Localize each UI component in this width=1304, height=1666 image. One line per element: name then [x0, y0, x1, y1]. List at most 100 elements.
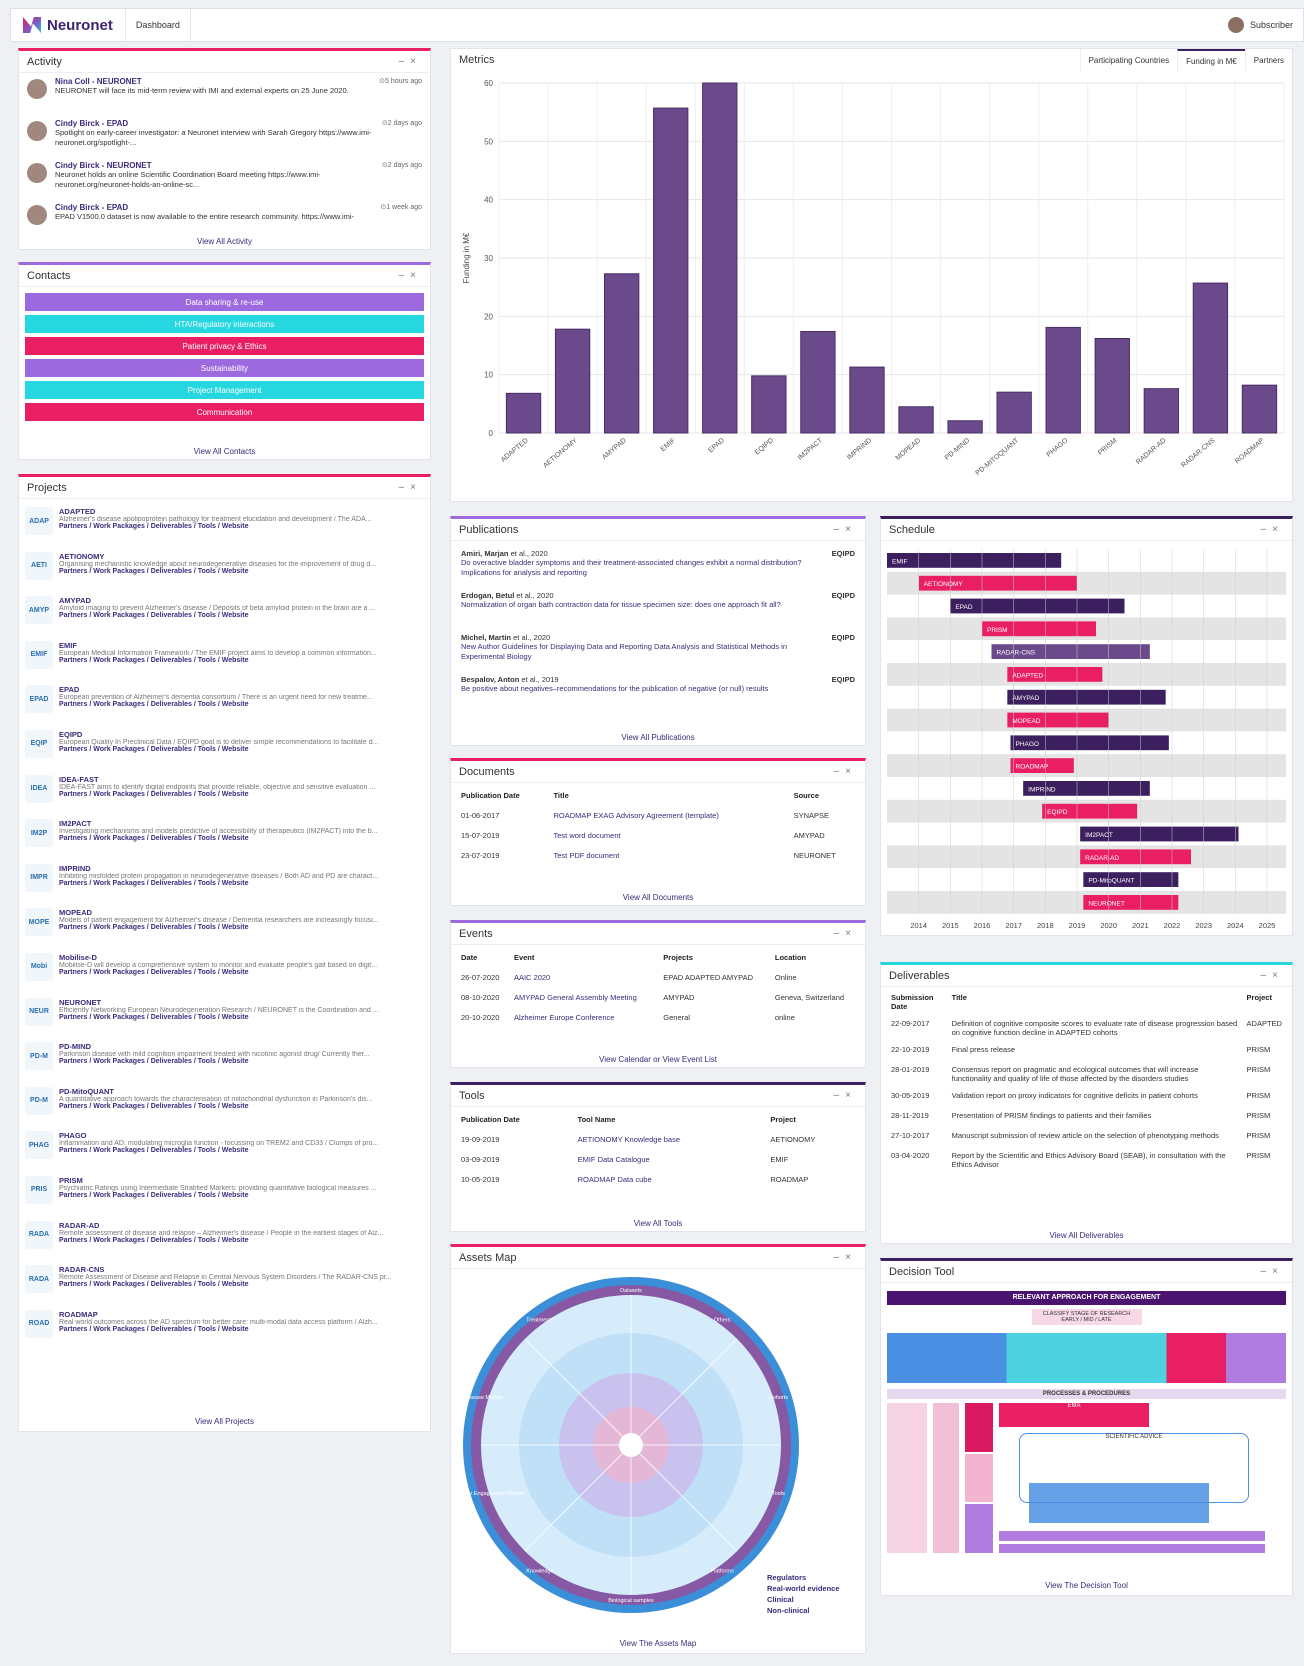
decision-tool-graphic[interactable]: RELEVANT APPROACH FOR ENGAGEMENT CLASSIF…	[887, 1291, 1286, 1569]
project-name[interactable]: AETIONOMY	[59, 552, 399, 561]
project-name[interactable]: RADAR-AD	[59, 1221, 399, 1230]
project-links[interactable]: Partners / Work Packages / Deliverables …	[59, 1058, 399, 1065]
project-links[interactable]: Partners / Work Packages / Deliverables …	[59, 1326, 399, 1333]
project-logo-icon[interactable]: RADA	[25, 1265, 53, 1294]
view-all-contacts-link[interactable]: View All Contacts	[19, 447, 430, 456]
activity-item[interactable]: Cindy Birck - NEURONET Neuronet holds an …	[19, 157, 430, 199]
project-name[interactable]: EMIF	[59, 641, 399, 650]
view-all-publications-link[interactable]: View All Publications	[451, 733, 865, 742]
project-name[interactable]: Mobilise-D	[59, 953, 399, 962]
panel-controls[interactable]: –×	[834, 928, 857, 939]
project-name[interactable]: ADAPTED	[59, 507, 399, 516]
bar[interactable]	[603, 273, 640, 434]
bar[interactable]	[996, 391, 1032, 434]
tab-participating-countries[interactable]: Participating Countries	[1079, 49, 1177, 71]
table-cell[interactable]: Alzheimer Europe Conference	[510, 1009, 659, 1029]
project-logo-icon[interactable]: RADA	[25, 1220, 53, 1249]
panel-controls[interactable]: –×	[834, 1090, 857, 1101]
project-logo-icon[interactable]: IMPR	[25, 863, 53, 892]
project-name[interactable]: NEURONET	[59, 998, 399, 1007]
view-assets-map-link[interactable]: View The Assets Map	[451, 1639, 865, 1648]
project-logo-icon[interactable]: PD-M	[25, 1086, 53, 1115]
table-cell[interactable]: AAIC 2020	[510, 969, 659, 989]
user-menu[interactable]: Subscriber	[1227, 17, 1293, 33]
project-name[interactable]: AMYPAD	[59, 596, 399, 605]
publication-title[interactable]: New Author Guidelines for Displaying Dat…	[461, 642, 821, 662]
project-logo-icon[interactable]: PRIS	[25, 1175, 53, 1204]
bar[interactable]	[1045, 326, 1081, 434]
project-name[interactable]: PRISM	[59, 1176, 399, 1185]
project-logo-icon[interactable]: PHAG	[25, 1131, 53, 1160]
panel-controls[interactable]: –×	[1261, 1266, 1284, 1277]
project-links[interactable]: Partners / Work Packages / Deliverables …	[59, 746, 399, 753]
bar[interactable]	[554, 328, 591, 434]
project-name[interactable]: IM2PACT	[59, 819, 399, 828]
project-logo-icon[interactable]: EPAD	[25, 685, 53, 714]
panel-controls[interactable]: –×	[399, 270, 422, 281]
project-logo-icon[interactable]: ADAP	[25, 507, 53, 535]
panel-controls[interactable]: –×	[834, 524, 857, 535]
project-logo-icon[interactable]: ROAD	[25, 1309, 53, 1338]
gantt-bar[interactable]	[887, 553, 1062, 568]
bar[interactable]	[898, 406, 934, 434]
table-cell[interactable]: ROADMAP EXAG Advisory Agreement (templat…	[549, 807, 789, 827]
project-logo-icon[interactable]: AMYP	[25, 596, 53, 625]
table-cell[interactable]: AETIONOMY Knowledge base	[574, 1131, 767, 1151]
project-links[interactable]: Partners / Work Packages / Deliverables …	[59, 657, 399, 664]
bar[interactable]	[1192, 282, 1229, 434]
brand-logo[interactable]: Neuronet	[11, 9, 126, 41]
bar[interactable]	[702, 82, 738, 434]
table-cell[interactable]: EMIF Data Catalogue	[574, 1151, 767, 1171]
activity-item[interactable]: Cindy Birck - EPAD Spotlight on early-car…	[19, 115, 430, 157]
project-name[interactable]: IMPRIND	[59, 864, 399, 873]
bar[interactable]	[1094, 338, 1130, 434]
panel-controls[interactable]: –×	[399, 56, 422, 67]
project-logo-icon[interactable]: IM2P	[25, 819, 53, 848]
table-cell[interactable]: Test word document	[549, 827, 789, 847]
contact-button[interactable]: Sustainability	[25, 359, 424, 377]
panel-controls[interactable]: –×	[834, 1252, 857, 1263]
panel-controls[interactable]: –×	[399, 482, 422, 493]
panel-controls[interactable]: –×	[834, 766, 857, 777]
project-links[interactable]: Partners / Work Packages / Deliverables …	[59, 523, 399, 530]
contact-button[interactable]: Communication	[25, 403, 424, 421]
panel-controls[interactable]: –×	[1261, 970, 1284, 981]
project-name[interactable]: IDEA-FAST	[59, 775, 399, 784]
contact-button[interactable]: Patient privacy & Ethics	[25, 337, 424, 355]
project-links[interactable]: Partners / Work Packages / Deliverables …	[59, 1103, 399, 1110]
gantt-bar[interactable]	[950, 598, 1125, 614]
project-logo-icon[interactable]: NEUR	[25, 997, 53, 1026]
bar[interactable]	[947, 420, 983, 434]
project-name[interactable]: EPAD	[59, 685, 399, 694]
project-links[interactable]: Partners / Work Packages / Deliverables …	[59, 1147, 399, 1154]
project-links[interactable]: Partners / Work Packages / Deliverables …	[59, 835, 399, 842]
project-links[interactable]: Partners / Work Packages / Deliverables …	[59, 1281, 399, 1288]
project-links[interactable]: Partners / Work Packages / Deliverables …	[59, 568, 399, 575]
view-all-documents-link[interactable]: View All Documents	[451, 893, 865, 902]
view-all-deliverables-link[interactable]: View All Deliverables	[881, 1231, 1292, 1240]
project-logo-icon[interactable]: EQIP	[25, 729, 53, 758]
activity-author[interactable]: Cindy Birck - EPAD	[55, 119, 374, 128]
tab-partners[interactable]: Partners	[1244, 49, 1292, 71]
view-all-activity-link[interactable]: View All Activity	[19, 237, 430, 246]
view-all-tools-link[interactable]: View All Tools	[451, 1219, 865, 1228]
project-logo-icon[interactable]: IDEA	[25, 774, 53, 803]
bar[interactable]	[1241, 384, 1278, 434]
table-cell[interactable]: AMYPAD General Assembly Meeting	[510, 989, 659, 1009]
project-name[interactable]: ROADMAP	[59, 1310, 399, 1319]
activity-author[interactable]: Cindy Birck - NEURONET	[55, 161, 374, 170]
project-name[interactable]: MOPEAD	[59, 908, 399, 917]
activity-author[interactable]: Cindy Birck - EPAD	[55, 203, 354, 212]
table-cell[interactable]: Test PDF document	[549, 847, 789, 867]
project-name[interactable]: PHAGO	[59, 1131, 399, 1140]
contact-button[interactable]: Data sharing & re-use	[25, 293, 424, 311]
project-name[interactable]: PD-MIND	[59, 1042, 399, 1051]
panel-controls[interactable]: –×	[1261, 524, 1284, 535]
project-links[interactable]: Partners / Work Packages / Deliverables …	[59, 1014, 399, 1021]
project-name[interactable]: PD-MitoQUANT	[59, 1087, 399, 1096]
project-logo-icon[interactable]: MOPE	[25, 908, 53, 937]
project-name[interactable]: EQIPD	[59, 730, 399, 739]
project-name[interactable]: RADAR-CNS	[59, 1265, 399, 1274]
publication-title[interactable]: Normalization of organ bath contraction …	[461, 600, 821, 610]
view-all-projects-link[interactable]: View All Projects	[19, 1417, 430, 1426]
